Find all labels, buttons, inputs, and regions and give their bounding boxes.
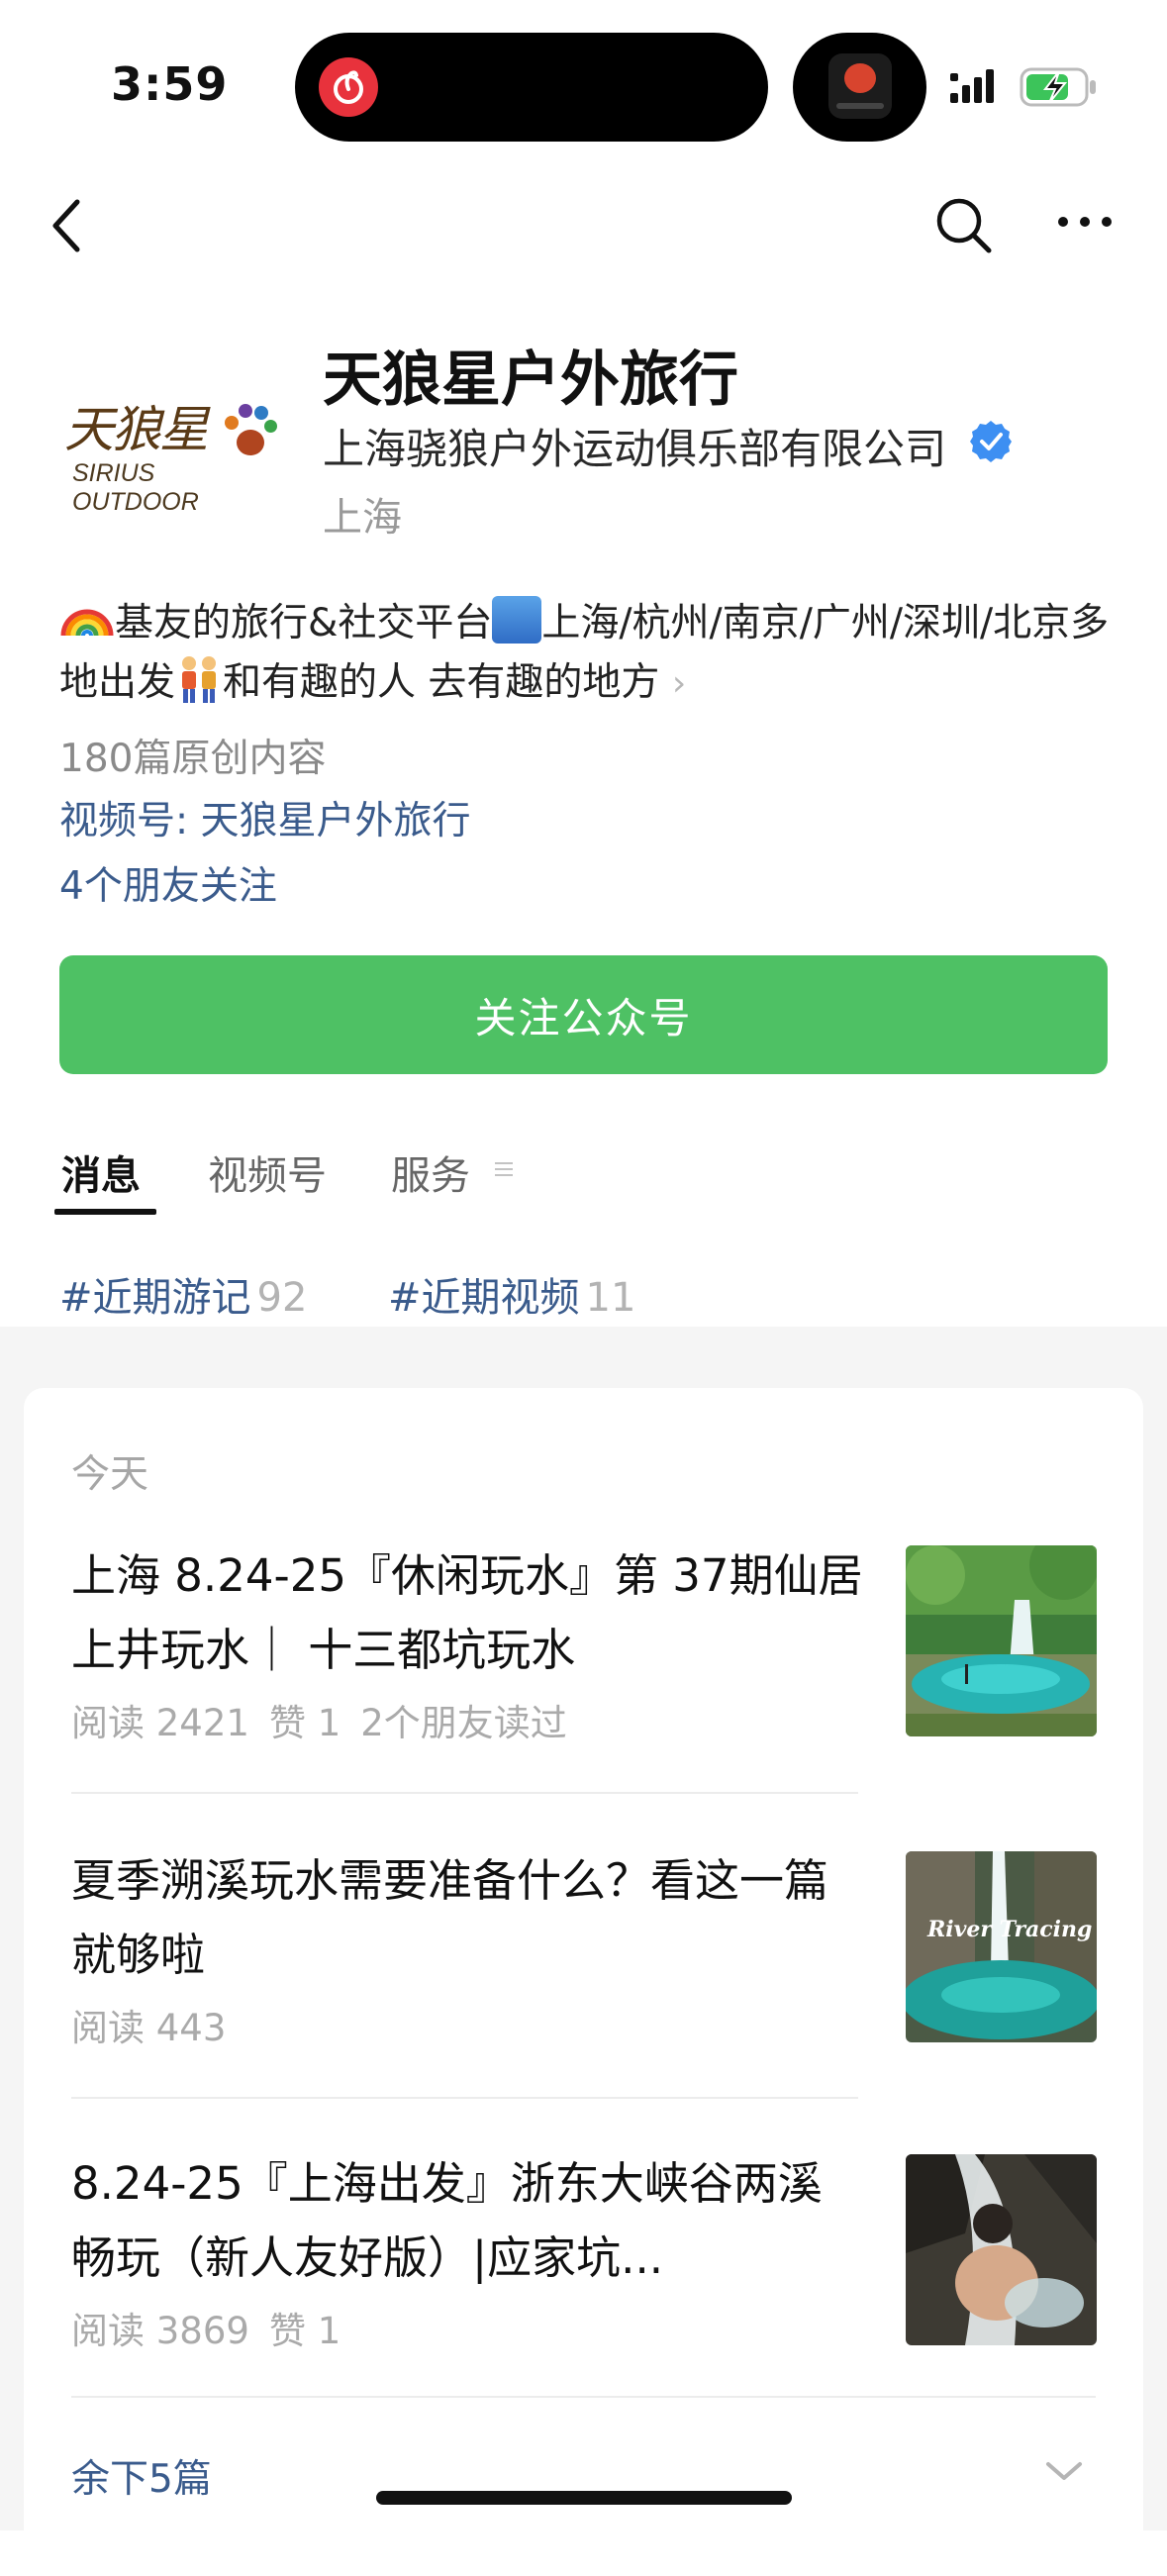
back-arrow-icon[interactable]	[48, 196, 87, 255]
chevron-down-icon[interactable]	[1044, 2460, 1084, 2484]
river-tracing-photo-icon	[906, 1851, 1097, 2042]
chevron-right-icon: ›	[671, 663, 687, 704]
person-in-stream-photo-icon	[906, 2154, 1097, 2345]
account-name: 天狼星户外旅行	[323, 346, 738, 415]
search-icon[interactable]	[934, 196, 994, 255]
account-logo: 天狼星 SIRIUS OUTDOOR	[54, 364, 282, 516]
tab-video-channel[interactable]: 视频号	[208, 1143, 327, 1201]
article-title[interactable]: 夏季溯溪玩水需要准备什么？看这一篇就够啦	[71, 1843, 863, 1992]
article-thumbnail[interactable]: River Tracing	[906, 1851, 1097, 2042]
article-divider	[71, 2396, 1096, 2398]
menu-lines-icon[interactable]	[495, 1158, 513, 1180]
tag-recent-videos[interactable]: #近期视频 11	[388, 1265, 635, 1323]
active-tab-indicator	[54, 1209, 156, 1215]
article-meta: 阅读 3869 赞 1	[71, 2310, 341, 2352]
follow-button[interactable]: 关注公众号	[59, 955, 1108, 1074]
cityscape-emoji-icon	[492, 596, 542, 644]
two-people-emoji-icon	[182, 656, 217, 703]
tab-services[interactable]: 服务	[391, 1143, 470, 1201]
battery-charging-icon	[1020, 67, 1096, 107]
home-indicator[interactable]	[376, 2491, 792, 2505]
article-thumbnail[interactable]	[906, 1545, 1097, 1736]
tab-messages[interactable]: 消息	[61, 1143, 141, 1201]
friends-following-link[interactable]: 4个朋友关注	[59, 855, 277, 911]
article-title[interactable]: 上海 8.24-25『休闲玩水』第 37期仙居上井玩水｜ 十三都坑玩水	[71, 1538, 863, 1687]
cellular-signal-icon	[950, 69, 994, 103]
article-divider	[71, 1792, 858, 1794]
live-activity-thumbnail	[828, 53, 892, 119]
article-divider	[71, 2097, 858, 2099]
video-channel-link[interactable]: 视频号: 天狼星户外旅行	[59, 790, 471, 845]
original-content-count: 180篇原创内容	[59, 737, 327, 781]
tag-recent-travelogues[interactable]: #近期游记 92	[59, 1265, 307, 1323]
article-meta: 阅读 2421 赞 1 2个朋友读过	[71, 1702, 567, 1744]
rainbow-emoji-icon	[60, 609, 114, 637]
article-title[interactable]: 8.24-25『上海出发』浙东大峡谷两溪畅玩（新人友好版）|应家坑...	[71, 2146, 863, 2295]
waterfall-photo-icon	[906, 1545, 1097, 1736]
remaining-articles-link[interactable]: 余下5篇	[71, 2448, 212, 2504]
verified-badge-icon	[970, 421, 1012, 462]
account-company[interactable]: 上海骁狼户外运动俱乐部有限公司	[323, 416, 946, 476]
status-time: 3:59	[111, 57, 229, 111]
article-thumbnail[interactable]	[906, 2154, 1097, 2345]
paw-icon	[223, 402, 278, 461]
account-location: 上海	[323, 495, 402, 541]
netease-music-icon[interactable]	[319, 57, 378, 117]
account-bio[interactable]: 基友的旅行&社交平台 上海/杭州/南京/广州/深圳/北京多地出发 和有趣的人 去有…	[59, 594, 1114, 714]
more-options-icon[interactable]	[1055, 212, 1115, 232]
date-section-label: 今天	[71, 1452, 149, 1497]
thumbnail-caption: River Tracing	[927, 1917, 1093, 1942]
article-meta: 阅读 443	[71, 2007, 227, 2049]
